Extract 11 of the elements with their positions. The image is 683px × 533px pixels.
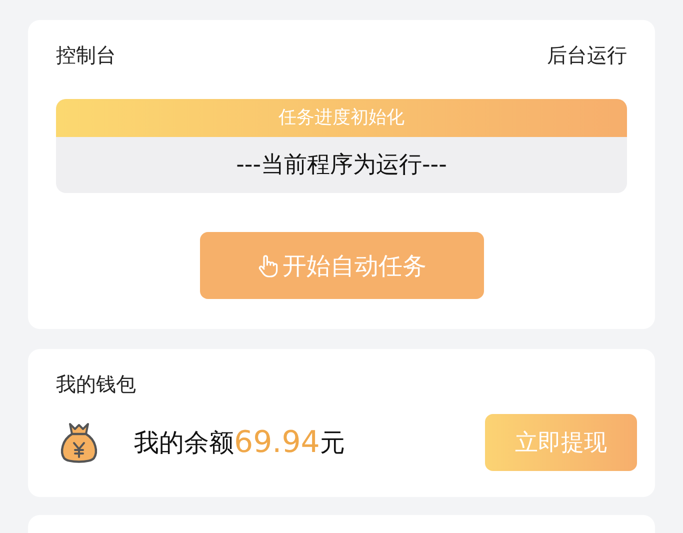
start-task-button[interactable]: 开始自动任务 <box>200 232 484 299</box>
withdraw-button[interactable]: 立即提现 <box>485 414 637 471</box>
balance-amount: 69.94 <box>234 425 320 460</box>
wallet-title: 我的钱包 <box>56 371 137 398</box>
background-run-link[interactable]: 后台运行 <box>547 42 627 69</box>
console-title: 控制台 <box>56 42 116 69</box>
progress-title: 任务进度初始化 <box>56 99 627 137</box>
currency-unit: 元 <box>320 427 345 459</box>
hand-pointer-icon <box>256 254 278 278</box>
program-status: ---当前程序为运行--- <box>235 151 448 180</box>
balance-label: 我的余额 <box>134 427 234 459</box>
